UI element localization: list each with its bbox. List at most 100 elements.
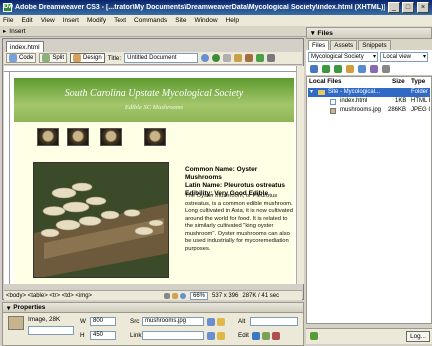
menu-view[interactable]: View — [41, 17, 55, 24]
image-info-label: Image, 28K — [28, 316, 61, 323]
point-to-file-icon[interactable] — [207, 318, 215, 326]
menu-window[interactable]: Window — [194, 17, 217, 24]
tab-snippets[interactable]: Snippets — [358, 40, 391, 50]
alt-input[interactable] — [250, 317, 298, 326]
document-title-input[interactable]: Untitled Document — [124, 53, 199, 63]
menu-edit[interactable]: Edit — [21, 17, 32, 24]
page-heading: South Carolina Upstate Mycological Socie… — [64, 88, 244, 99]
link-label: Link — [130, 332, 142, 339]
expand-panel-icon[interactable] — [382, 65, 390, 73]
file-management-icon[interactable] — [201, 54, 210, 62]
menu-help[interactable]: Help — [226, 17, 239, 24]
file-row-mushrooms[interactable]: mushrooms.jpg 286KB JPEG Im... — [308, 106, 430, 115]
tab-files[interactable]: Files — [308, 40, 330, 50]
menu-file[interactable]: File — [3, 17, 13, 24]
browse-folder-icon[interactable] — [217, 318, 225, 326]
menu-site[interactable]: Site — [175, 17, 186, 24]
link-point-to-file-icon[interactable] — [207, 332, 215, 340]
site-header-banner — [14, 78, 294, 122]
link-browse-folder-icon[interactable] — [217, 332, 225, 340]
preview-globe-icon[interactable] — [212, 54, 221, 62]
page-subheading: Edible SC Mushrooms — [124, 104, 184, 111]
files-toolbar — [306, 63, 432, 76]
view-select[interactable]: Local view — [380, 51, 428, 62]
mushroom-thumbnail-4[interactable] — [144, 128, 166, 146]
width-label: W — [80, 318, 86, 325]
width-input[interactable]: 800 — [90, 317, 116, 326]
refresh-icon[interactable] — [322, 65, 330, 73]
insert-bar-label: Insert — [9, 27, 26, 35]
refresh-icon[interactable] — [223, 54, 232, 62]
expand-arrow-icon: ▸ — [3, 28, 7, 35]
tag-selector[interactable]: <body> <table> <tr> <td> <img> — [6, 293, 156, 299]
edit-image-icon[interactable] — [252, 332, 260, 340]
maximize-button[interactable]: □ — [402, 2, 414, 13]
zoom-level[interactable]: 66% — [190, 291, 209, 300]
site-select[interactable]: Mycological Society — [308, 51, 378, 62]
validate-markup-icon[interactable] — [256, 54, 265, 62]
select-tool-icon[interactable] — [164, 292, 170, 299]
design-view-button[interactable]: Design — [70, 53, 105, 63]
column-local-files[interactable]: Local Files — [309, 78, 342, 85]
document-toolbar: Code Split Design Title: Untitled Docume… — [4, 52, 302, 65]
files-panel-header[interactable]: ▾ Files — [306, 27, 432, 39]
minimize-button[interactable]: _ — [388, 2, 400, 13]
dreamweaver-app-icon: Dw — [3, 3, 13, 12]
visual-aids-icon[interactable] — [245, 54, 254, 62]
get-files-icon[interactable] — [334, 65, 342, 73]
collapse-arrow-icon: ▾ — [7, 304, 11, 312]
put-files-icon[interactable] — [346, 65, 354, 73]
view-options-icon[interactable] — [234, 54, 243, 62]
properties-panel-header[interactable]: ▾ Properties — [2, 302, 304, 313]
zoom-tool-icon[interactable] — [180, 292, 186, 299]
mushroom-thumbnail-1[interactable] — [37, 128, 59, 146]
tab-assets[interactable]: Assets — [330, 40, 358, 50]
title-bar: Dw Adobe Dreamweaver CS3 - [...trator\My… — [0, 0, 432, 15]
properties-title: Properties — [13, 304, 46, 311]
connect-icon[interactable] — [310, 65, 318, 73]
src-input[interactable]: mushrooms.jpg — [142, 317, 204, 326]
menu-text[interactable]: Text — [114, 17, 126, 24]
split-view-button[interactable]: Split — [39, 53, 68, 63]
menu-commands[interactable]: Commands — [134, 17, 167, 24]
check-in-icon[interactable] — [370, 65, 378, 73]
optimize-image-icon[interactable] — [262, 332, 270, 340]
menu-insert[interactable]: Insert — [63, 17, 79, 24]
edit-label: Edit — [238, 332, 249, 339]
column-size[interactable]: Size — [392, 78, 405, 85]
column-type[interactable]: Type — [411, 78, 425, 85]
log-button[interactable]: Log... — [406, 331, 430, 342]
code-icon — [9, 54, 17, 62]
files-panel-title: Files — [317, 29, 333, 37]
link-input[interactable] — [142, 331, 204, 340]
vertical-scrollbar[interactable] — [296, 66, 304, 284]
file-row-site[interactable]: ▾ Site - Mycological... Folder — [308, 88, 430, 97]
latin-name-line: Latin Name: Pleurotus ostreatus — [185, 182, 286, 189]
collapse-arrow-icon: ▾ — [310, 89, 314, 95]
tag-selector-status-bar: <body> <table> <tr> <td> <img> 66% 537 x… — [4, 290, 302, 300]
html-file-icon — [330, 99, 336, 105]
check-out-icon[interactable] — [358, 65, 366, 73]
window-size[interactable]: 537 x 396 — [212, 293, 238, 299]
oyster-mushroom-photo[interactable] — [33, 162, 169, 278]
file-row-index[interactable]: index.html 1KB HTML Do — [308, 97, 430, 106]
hand-tool-icon[interactable] — [172, 292, 178, 299]
mushroom-photo-graphic — [34, 163, 168, 277]
status-icon — [310, 332, 318, 340]
height-input[interactable]: 450 — [90, 331, 116, 340]
image-name-field[interactable] — [28, 326, 74, 335]
close-button[interactable]: × — [417, 2, 429, 13]
mushroom-thumbnail-2[interactable] — [67, 128, 89, 146]
menu-modify[interactable]: Modify — [87, 17, 106, 24]
mushroom-thumbnail-3[interactable] — [100, 128, 122, 146]
files-controls: Mycological Society Local view — [306, 50, 432, 63]
files-panel-tabs: Files Assets Snippets — [306, 39, 432, 50]
folder-icon — [318, 90, 325, 95]
height-label: H — [80, 332, 85, 339]
document-tab[interactable]: index.html — [6, 41, 44, 52]
window-title: Adobe Dreamweaver CS3 - [...trator\My Do… — [15, 4, 385, 11]
crop-icon[interactable] — [272, 332, 280, 340]
code-view-button[interactable]: Code — [6, 53, 37, 63]
check-browser-icon[interactable] — [267, 54, 276, 62]
download-size: 287K / 41 sec — [242, 292, 280, 299]
